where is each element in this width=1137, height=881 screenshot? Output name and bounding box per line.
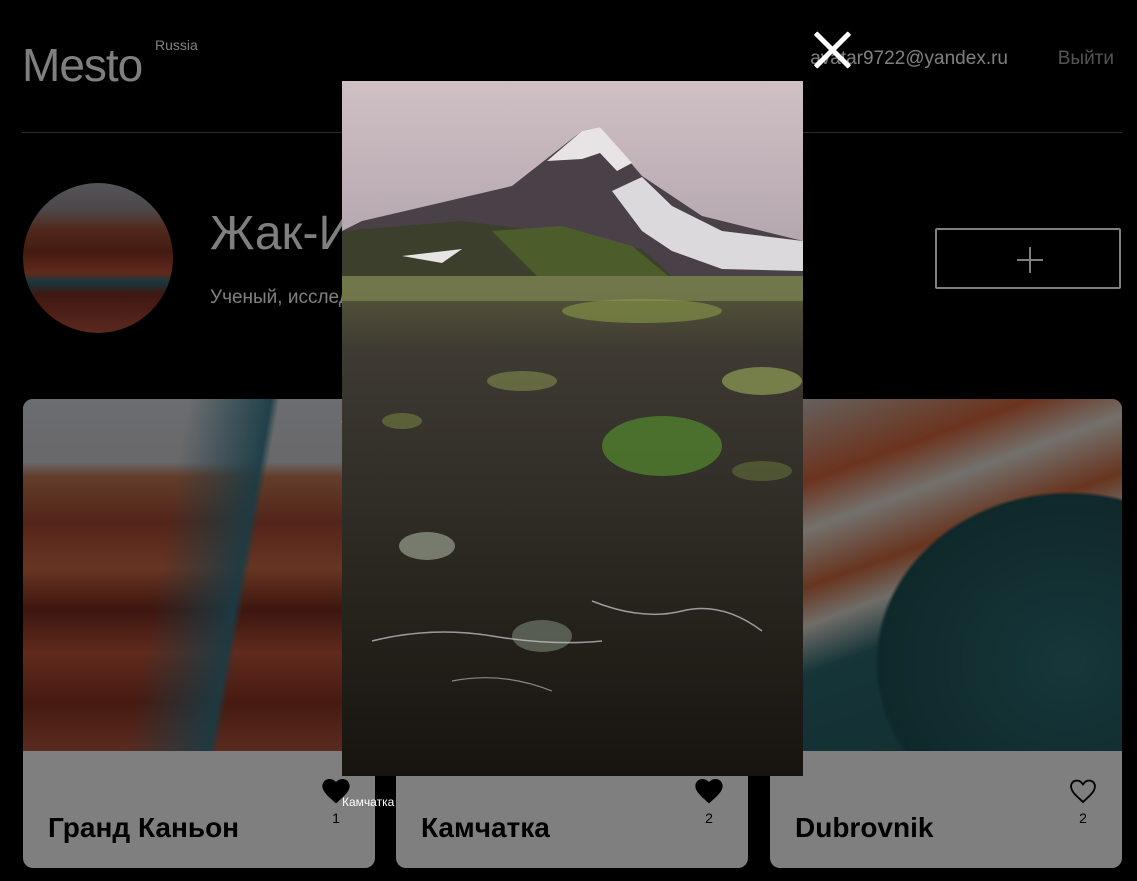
kamchatka-photo — [342, 81, 803, 776]
popup-caption: Камчатка — [342, 795, 395, 809]
close-icon[interactable] — [811, 29, 853, 71]
popup-image — [342, 81, 803, 776]
